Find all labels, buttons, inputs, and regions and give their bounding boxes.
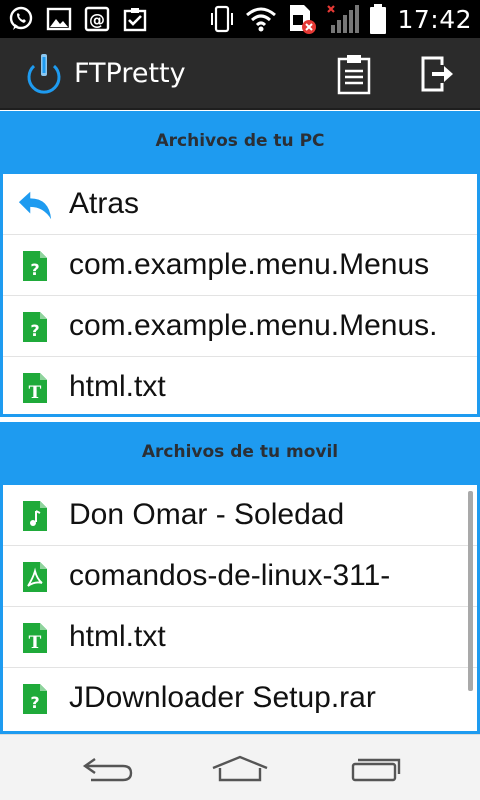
vibrate-icon [211,5,234,33]
section-header-movil: Archivos de tu movil [0,422,480,482]
clock: 17:42 [397,4,472,34]
home-icon [212,755,268,782]
list-item[interactable]: Don Omar - Soledad [3,485,477,546]
file-name: html.txt [69,620,166,653]
text-file-icon: T [23,623,47,653]
clipboard-button[interactable] [332,52,376,96]
section-title-movil: Archivos de tu movil [141,442,339,462]
nav-back-button[interactable] [78,749,138,789]
list-item[interactable]: ? com.example.menu.Menus. [3,296,477,357]
list-item[interactable]: ? JDownloader Setup.rar [3,668,477,729]
file-name: Don Omar - Soledad [69,498,345,531]
status-bar: @ 17:42 [0,0,480,38]
unknown-file-icon: ? [23,312,47,342]
svg-text:T: T [29,633,42,653]
svg-text:T: T [29,383,42,403]
list-item[interactable]: T html.txt [3,357,477,414]
clipboard-check-icon [123,8,147,32]
sim-error-icon [290,5,317,34]
svg-text:?: ? [30,321,39,340]
text-file-icon: T [23,373,47,403]
navigation-bar [0,734,480,800]
clipboard-icon [337,55,371,95]
gallery-icon [46,7,72,31]
back-arrow-icon [18,191,52,220]
file-name: JDownloader Setup.rar [69,681,376,714]
list-item[interactable]: comandos-de-linux-311- [3,546,477,607]
unknown-file-icon: ? [23,251,47,281]
music-file-icon [23,501,47,531]
email-icon: @ [84,6,110,32]
list-item[interactable]: T html.txt [3,607,477,668]
system-status-icons: 17:42 [209,4,472,34]
movil-file-list: Don Omar - Soledad comandos-de-linux-311… [0,482,480,734]
svg-text:@: @ [89,10,105,29]
battery-icon [370,4,387,34]
exit-icon [421,56,453,92]
section-header-pc: Archivos de tu PC [0,111,480,171]
signal-icon [327,5,360,33]
power-logo-icon[interactable] [22,52,66,96]
section-title-pc: Archivos de tu PC [155,131,325,151]
wifi-icon [246,7,277,32]
list-item[interactable]: ? com.example.menu.Menus [3,235,477,296]
whatsapp-icon [9,6,33,30]
file-name: comandos-de-linux-311- [69,559,391,592]
recent-apps-icon [351,758,401,782]
unknown-file-icon: ? [23,684,47,714]
app-title: FTPretty [74,58,186,89]
notification-icons: @ [8,6,148,32]
file-name: Atras [69,187,140,220]
svg-text:?: ? [30,693,39,712]
exit-button[interactable] [416,52,460,96]
nav-recent-apps-button[interactable] [346,749,406,789]
file-name: com.example.menu.Menus. [69,309,438,342]
list-item-back[interactable]: Atras [3,174,477,235]
pc-file-list: Atras ? com.example.menu.Menus ? com.exa [0,171,480,417]
file-name: html.txt [69,370,166,403]
list-scrollbar[interactable] [468,491,473,691]
file-name: com.example.menu.Menus [69,248,430,281]
action-bar: FTPretty [0,38,480,110]
back-icon [82,758,133,782]
nav-home-button[interactable] [210,749,270,789]
svg-text:?: ? [30,260,39,279]
pdf-file-icon [23,562,47,592]
